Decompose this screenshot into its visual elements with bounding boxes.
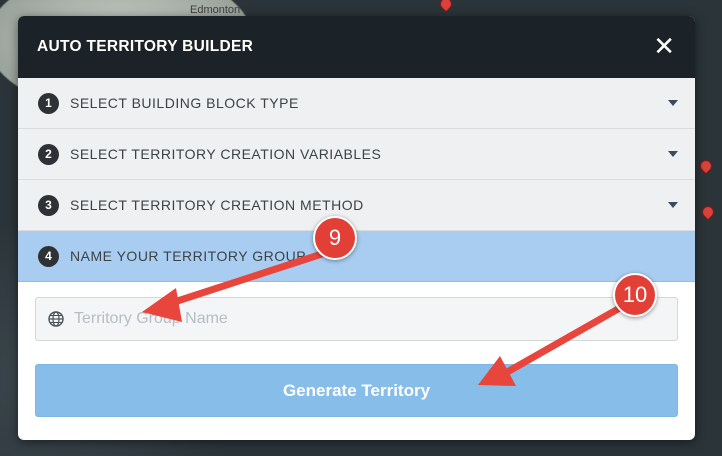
step-label: SELECT TERRITORY CREATION METHOD <box>70 197 364 213</box>
map-pin-icon <box>699 203 717 221</box>
step-label: NAME YOUR TERRITORY GROUP <box>70 248 307 264</box>
auto-territory-builder-modal: AUTO TERRITORY BUILDER ✕ 1 SELECT BUILDI… <box>18 16 695 440</box>
step-label: SELECT BUILDING BLOCK TYPE <box>70 95 299 111</box>
step-number-badge: 2 <box>38 143 59 165</box>
close-icon[interactable]: ✕ <box>653 34 675 60</box>
territory-group-name-input[interactable] <box>72 309 665 329</box>
territory-group-name-field[interactable] <box>35 297 678 341</box>
step-number-badge: 4 <box>38 245 59 267</box>
step-4-content: Generate Territory <box>18 282 695 417</box>
step-label: SELECT TERRITORY CREATION VARIABLES <box>70 146 382 162</box>
step-number-badge: 3 <box>38 194 59 216</box>
step-building-block-type[interactable]: 1 SELECT BUILDING BLOCK TYPE <box>18 78 695 129</box>
globe-icon <box>48 311 64 327</box>
callout-badge-10: 10 <box>613 273 657 317</box>
map-pin-icon <box>697 157 715 175</box>
map-pin-icon <box>437 0 455 13</box>
generate-territory-button[interactable]: Generate Territory <box>35 364 678 417</box>
step-creation-variables[interactable]: 2 SELECT TERRITORY CREATION VARIABLES <box>18 129 695 180</box>
modal-title: AUTO TERRITORY BUILDER <box>37 38 254 55</box>
chevron-down-icon[interactable] <box>668 151 678 157</box>
callout-badge-9: 9 <box>313 216 357 260</box>
chevron-down-icon[interactable] <box>668 100 678 106</box>
map-city-label: Edmonton <box>190 4 241 16</box>
chevron-down-icon[interactable] <box>668 202 678 208</box>
step-number-badge: 1 <box>38 92 59 114</box>
step-creation-method[interactable]: 3 SELECT TERRITORY CREATION METHOD <box>18 180 695 231</box>
modal-header: AUTO TERRITORY BUILDER ✕ <box>18 16 695 78</box>
